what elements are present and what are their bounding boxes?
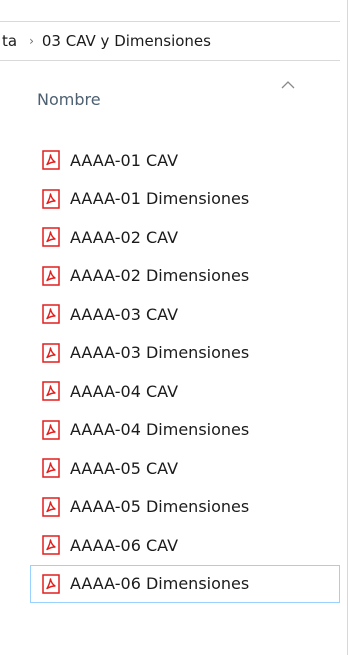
pdf-file-icon [42,150,60,170]
file-list-item[interactable]: AAAA-02 CAV [30,218,340,257]
pdf-file-icon [42,574,60,594]
file-explorer-window: ta › 03 CAV y Dimensiones Nombre AAAA-01… [0,0,348,655]
file-name: AAAA-06 Dimensiones [70,574,250,594]
file-name: AAAA-01 CAV [70,150,179,170]
pdf-file-icon [42,497,60,517]
file-list-item[interactable]: AAAA-06 CAV [30,526,340,565]
pdf-file-icon [42,535,60,555]
file-name: AAAA-05 CAV [70,458,179,478]
pdf-file-icon [42,266,60,286]
pdf-file-icon [42,304,60,324]
file-list-item[interactable]: AAAA-01 CAV [30,141,340,180]
file-list-item[interactable]: AAAA-05 CAV [30,449,340,488]
breadcrumb-previous-folder[interactable]: ta [2,32,17,50]
file-name: AAAA-01 Dimensiones [70,189,250,209]
pdf-file-icon [42,458,60,478]
pdf-file-icon [42,420,60,440]
sort-ascending-icon [281,81,295,89]
file-list-item[interactable]: AAAA-02 Dimensiones [30,257,340,296]
pdf-file-icon [42,343,60,363]
file-name: AAAA-04 CAV [70,381,179,401]
file-name: AAAA-06 CAV [70,535,179,555]
file-list-item[interactable]: AAAA-04 Dimensiones [30,411,340,450]
file-list-item[interactable]: AAAA-03 CAV [30,295,340,334]
file-list-item[interactable]: AAAA-05 Dimensiones [30,488,340,527]
file-name: AAAA-03 Dimensiones [70,343,250,363]
file-list-item[interactable]: AAAA-01 Dimensiones [30,180,340,219]
file-name: AAAA-02 CAV [70,227,179,247]
file-name: AAAA-04 Dimensiones [70,420,250,440]
breadcrumb-chevron-icon[interactable]: › [29,34,34,48]
file-name: AAAA-02 Dimensiones [70,266,250,286]
file-name: AAAA-03 CAV [70,304,179,324]
address-bar[interactable]: ta › 03 CAV y Dimensiones [0,21,340,61]
name-column-header[interactable]: Nombre [37,90,101,109]
file-list-item[interactable]: AAAA-03 Dimensiones [30,334,340,373]
file-list-item[interactable]: AAAA-06 Dimensiones [30,564,340,603]
file-list: AAAA-01 CAV AAAA-01 Dimensiones AAAA-02 … [30,141,340,603]
file-name: AAAA-05 Dimensiones [70,497,250,517]
file-list-item[interactable]: AAAA-04 CAV [30,372,340,411]
pdf-file-icon [42,189,60,209]
breadcrumb-current-folder[interactable]: 03 CAV y Dimensiones [42,32,211,50]
pdf-file-icon [42,227,60,247]
pdf-file-icon [42,381,60,401]
